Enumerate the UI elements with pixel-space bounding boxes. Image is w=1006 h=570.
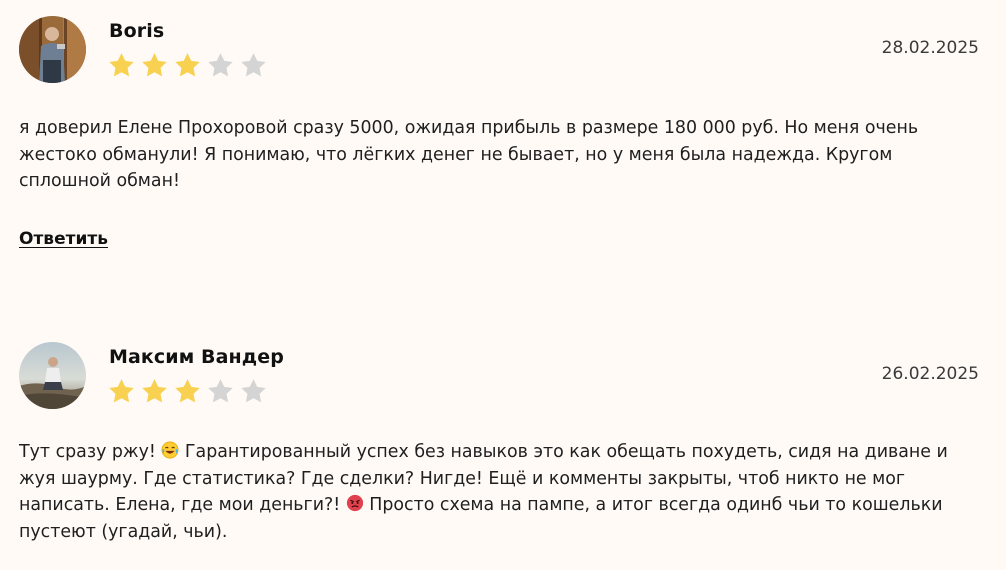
review-text: я доверил Елене Прохоровой сразу 5000, о… [19,118,919,191]
star-filled-icon [109,53,134,77]
reply-link[interactable]: Ответить [19,229,108,249]
star-filled-icon [175,379,200,403]
star-empty-icon [208,53,233,77]
star-filled-icon [109,379,134,403]
star-filled-icon [175,53,200,77]
review-author: Boris [109,20,165,42]
star-rating [107,51,268,80]
review-date: 28.02.2025 [881,38,979,58]
review-date: 26.02.2025 [881,364,979,384]
review-text-part: Тут сразу ржу! [19,442,162,462]
star-filled-icon [142,379,167,403]
angry-face-emoji-icon [346,494,363,512]
review-author: Максим Вандер [109,346,284,368]
laughing-crying-emoji-icon [161,441,179,459]
avatar [19,342,86,409]
star-empty-icon [241,379,266,403]
star-rating [107,377,268,406]
star-empty-icon [241,53,266,77]
star-empty-icon [208,379,233,403]
review-text: Тут сразу ржу! Гарантированный успех без… [19,439,969,545]
avatar [19,16,86,83]
star-filled-icon [142,53,167,77]
